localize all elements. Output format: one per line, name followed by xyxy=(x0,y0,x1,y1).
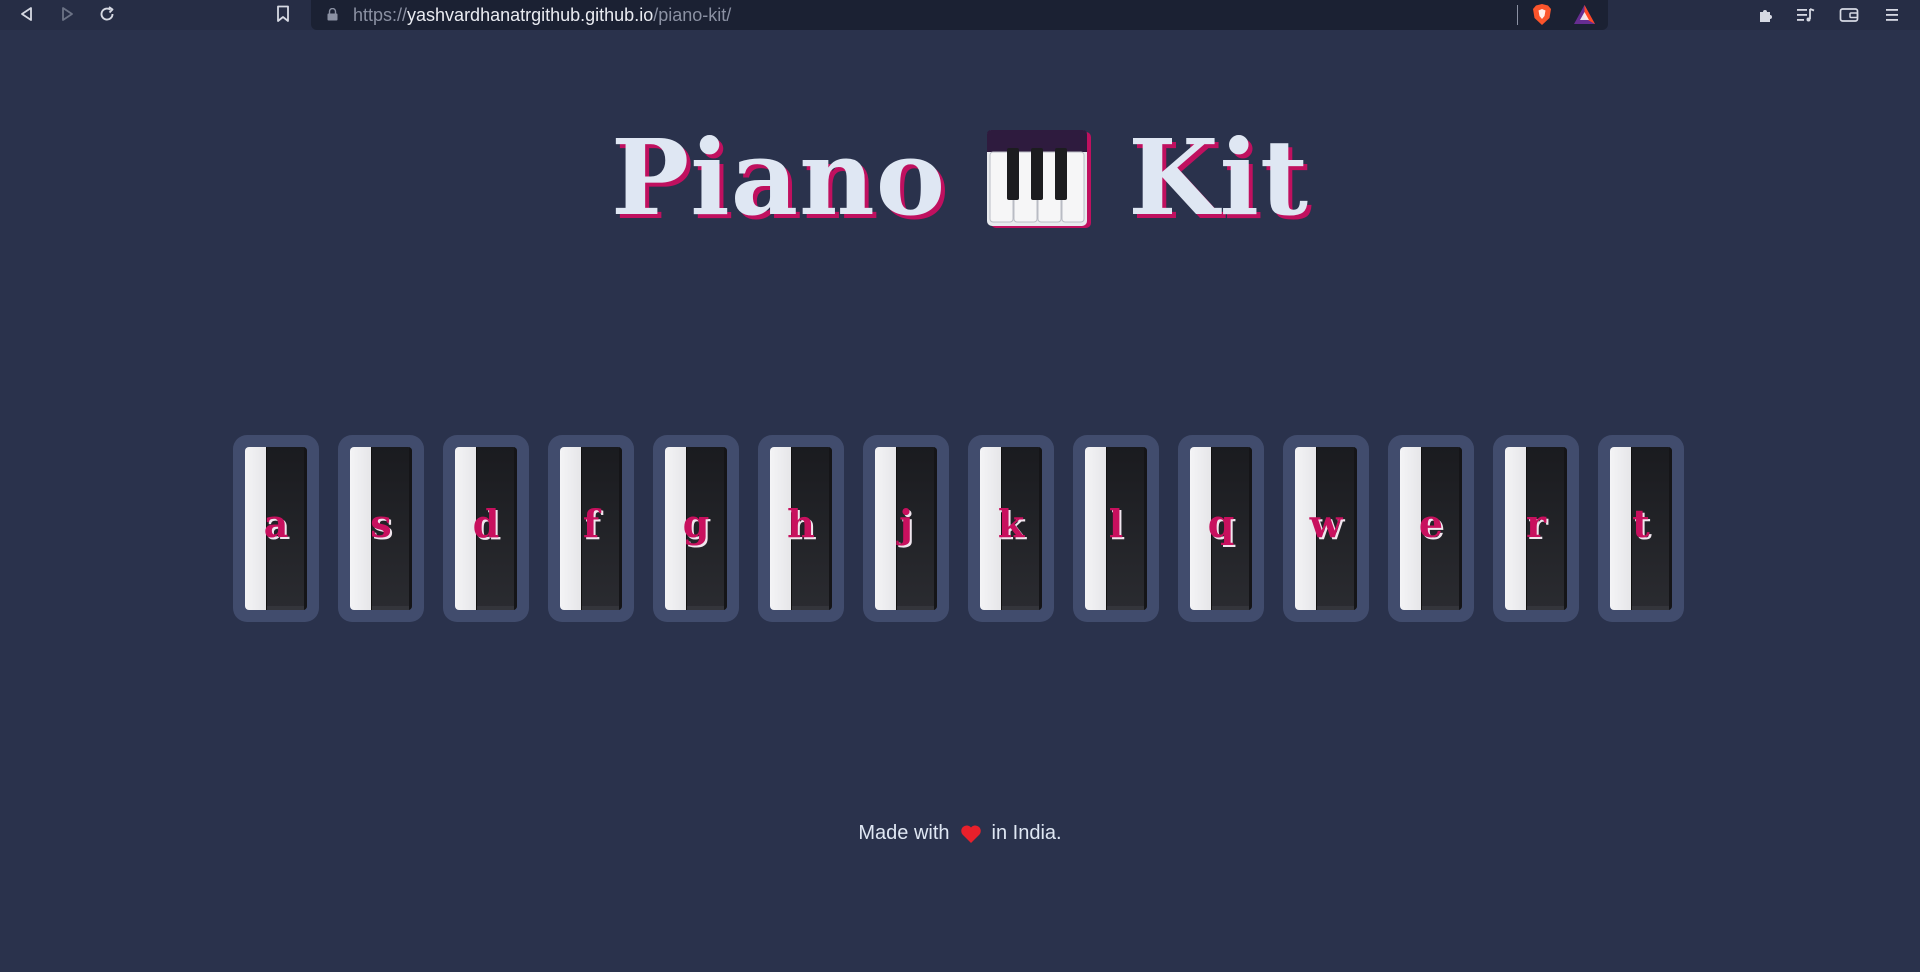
key-face xyxy=(875,447,937,610)
key-white-strip xyxy=(560,447,581,610)
key-black-body xyxy=(476,447,517,610)
key-black-body xyxy=(1421,447,1462,610)
playlist-icon xyxy=(1797,8,1815,22)
key-white-strip xyxy=(770,447,791,610)
key-white-strip xyxy=(875,447,896,610)
url-path: /piano-kit/ xyxy=(653,5,732,25)
key-face xyxy=(665,447,727,610)
forward-button[interactable] xyxy=(52,0,82,28)
address-bar-divider xyxy=(1517,5,1518,25)
piano-key-s[interactable]: s xyxy=(338,435,424,622)
key-black-body xyxy=(686,447,727,610)
key-white-strip xyxy=(1085,447,1106,610)
piano-key-g[interactable]: g xyxy=(653,435,739,622)
url-text[interactable]: https://yashvardhanatrgithub.github.io/p… xyxy=(353,5,731,26)
key-face xyxy=(1610,447,1672,610)
piano-key-w[interactable]: w xyxy=(1283,435,1369,622)
piano-key-j[interactable]: j xyxy=(863,435,949,622)
piano-keys: asdfghjklqwert xyxy=(233,435,1684,622)
piano-key-e[interactable]: e xyxy=(1388,435,1474,622)
reload-icon xyxy=(100,6,114,21)
brave-shields-icon[interactable] xyxy=(1532,3,1552,26)
key-black-body xyxy=(581,447,622,610)
piano-key-l[interactable]: l xyxy=(1073,435,1159,622)
key-black-body xyxy=(371,447,412,610)
forward-icon xyxy=(62,7,73,21)
piano-key-f[interactable]: f xyxy=(548,435,634,622)
menu-button[interactable] xyxy=(1879,2,1905,28)
key-black-body xyxy=(1211,447,1252,610)
footer: Made with in India. xyxy=(0,822,1920,845)
key-black-body xyxy=(1526,447,1567,610)
lock-icon xyxy=(327,8,338,21)
extensions-icon xyxy=(1760,10,1772,22)
key-face xyxy=(980,447,1042,610)
piano-key-d[interactable]: d xyxy=(443,435,529,622)
menu-icon xyxy=(1886,9,1898,21)
page-title: Piano Kit xyxy=(0,118,1920,238)
key-white-strip xyxy=(1400,447,1421,610)
bookmark-button[interactable] xyxy=(268,0,298,28)
musical-keyboard-emoji xyxy=(987,130,1092,228)
key-white-strip xyxy=(1295,447,1316,610)
key-face xyxy=(1295,447,1357,610)
key-face xyxy=(455,447,517,610)
url-scheme: https:// xyxy=(353,5,408,25)
title-piano: Piano xyxy=(610,116,947,239)
title-kit: Kit xyxy=(1128,116,1309,239)
brave-rewards-icon[interactable] xyxy=(1573,4,1596,25)
footer-text-after: in India. xyxy=(991,822,1062,844)
key-black-body xyxy=(896,447,937,610)
key-black-body xyxy=(1631,447,1672,610)
browser-toolbar: https://yashvardhanatrgithub.github.io/p… xyxy=(0,0,1920,30)
reload-button[interactable] xyxy=(92,0,122,28)
wallet-icon xyxy=(1839,8,1859,22)
footer-text-before: Made with xyxy=(858,822,950,844)
key-white-strip xyxy=(350,447,371,610)
key-face xyxy=(1085,447,1147,610)
extensions-button[interactable] xyxy=(1753,2,1779,28)
piano-key-k[interactable]: k xyxy=(968,435,1054,622)
wallet-button[interactable] xyxy=(1836,2,1862,28)
piano-key-h[interactable]: h xyxy=(758,435,844,622)
key-white-strip xyxy=(980,447,1001,610)
key-white-strip xyxy=(665,447,686,610)
key-black-body xyxy=(791,447,832,610)
heart-icon xyxy=(960,824,981,843)
back-button[interactable] xyxy=(12,0,42,28)
key-face xyxy=(1190,447,1252,610)
key-white-strip xyxy=(1610,447,1631,610)
key-black-body xyxy=(266,447,307,610)
piano-key-q[interactable]: q xyxy=(1178,435,1264,622)
key-face xyxy=(1505,447,1567,610)
key-black-body xyxy=(1316,447,1357,610)
piano-key-r[interactable]: r xyxy=(1493,435,1579,622)
key-white-strip xyxy=(455,447,476,610)
key-black-body xyxy=(1106,447,1147,610)
key-black-body xyxy=(1001,447,1042,610)
key-face xyxy=(560,447,622,610)
key-face xyxy=(770,447,832,610)
key-face xyxy=(350,447,412,610)
url-host: yashvardhanatrgithub.github.io xyxy=(407,5,654,25)
piano-key-t[interactable]: t xyxy=(1598,435,1684,622)
key-white-strip xyxy=(1190,447,1211,610)
key-face xyxy=(245,447,307,610)
key-white-strip xyxy=(245,447,266,610)
bookmark-icon xyxy=(277,5,289,22)
key-face xyxy=(1400,447,1462,610)
playlist-button[interactable] xyxy=(1793,2,1819,28)
address-bar[interactable]: https://yashvardhanatrgithub.github.io/p… xyxy=(311,0,1608,30)
back-icon xyxy=(21,7,32,21)
key-white-strip xyxy=(1505,447,1526,610)
piano-key-a[interactable]: a xyxy=(233,435,319,622)
